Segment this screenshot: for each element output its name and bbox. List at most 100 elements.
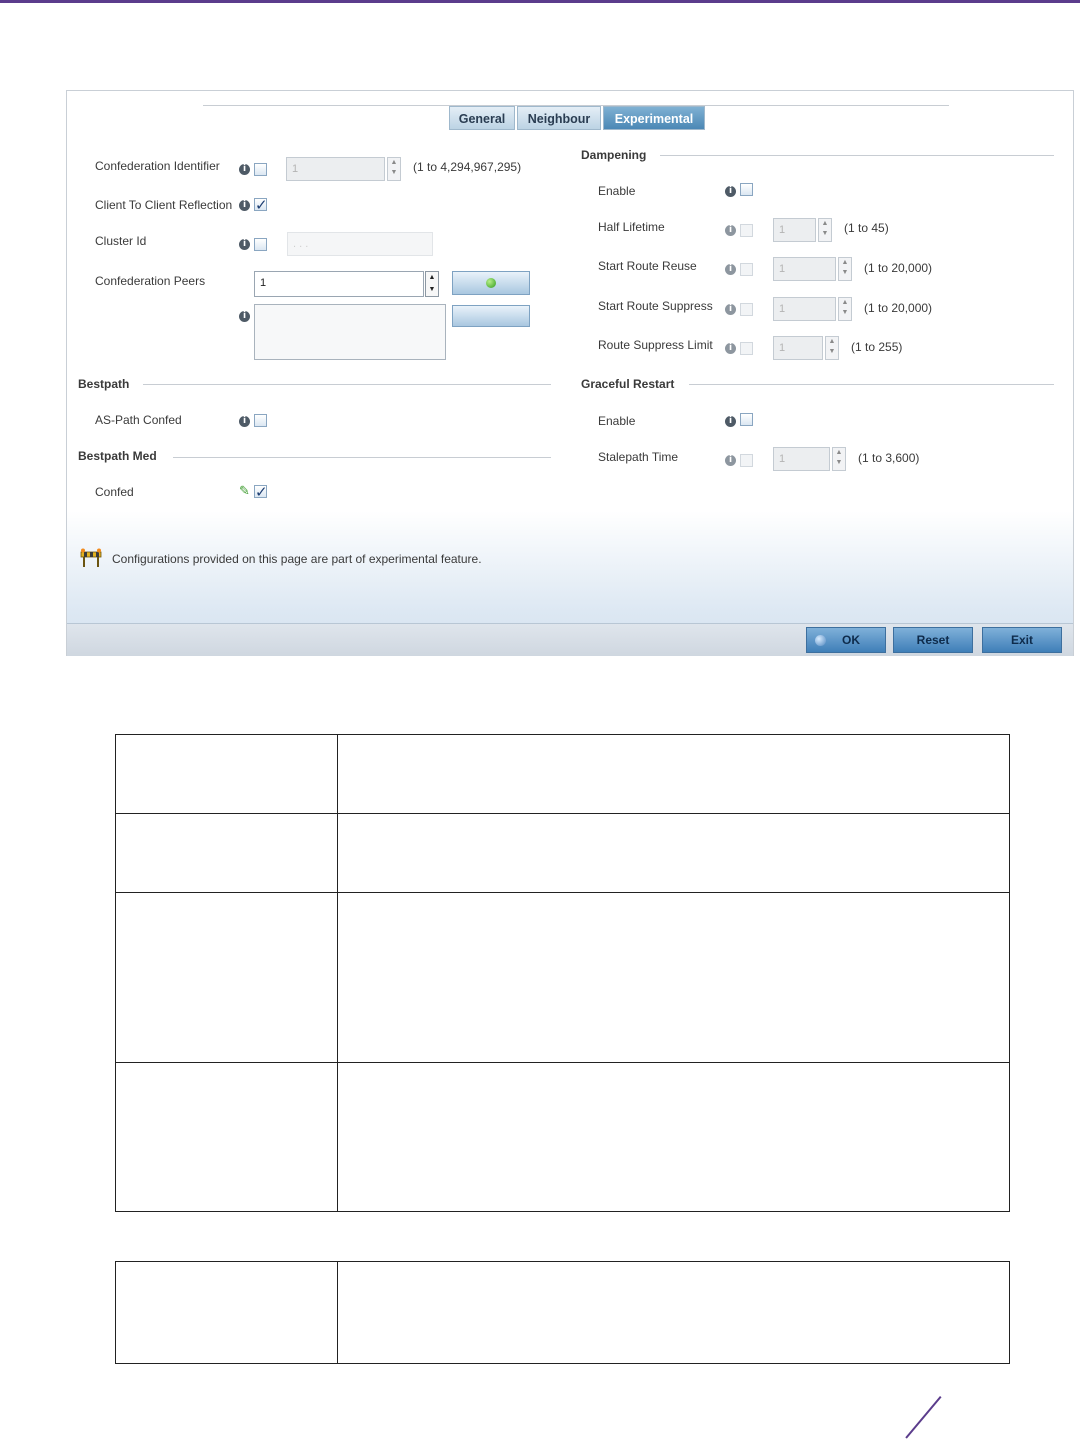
- ok-button-label: OK: [842, 633, 860, 647]
- info-icon[interactable]: i: [239, 311, 250, 322]
- bestpath-med-title: Bestpath Med: [78, 449, 157, 463]
- experimental-note: Configurations provided on this page are…: [112, 552, 482, 566]
- half-lifetime-range: (1 to 45): [844, 221, 889, 235]
- dampening-rule: [660, 155, 1054, 156]
- table-cell: [337, 734, 1010, 814]
- stalepath-time-input[interactable]: 1: [773, 447, 830, 471]
- table-row: [115, 813, 1010, 893]
- confed-id-input[interactable]: 1: [286, 157, 385, 181]
- route-suppress-limit-input[interactable]: 1: [773, 336, 823, 360]
- tab-neighbour[interactable]: Neighbour: [517, 106, 601, 130]
- cluster-id-checkbox[interactable]: [254, 238, 267, 251]
- half-lifetime-checkbox[interactable]: [740, 224, 753, 237]
- stalepath-time-label: Stalepath Time: [598, 450, 679, 464]
- description-table-2: [115, 1261, 1010, 1364]
- ok-icon: [815, 635, 826, 646]
- start-route-reuse-checkbox[interactable]: [740, 263, 753, 276]
- info-icon[interactable]: i: [725, 225, 736, 236]
- client-reflection-checkbox[interactable]: ✓: [254, 198, 268, 213]
- table-cell: [115, 1261, 338, 1364]
- table-row: [115, 734, 1010, 814]
- table-cell: [337, 1062, 1010, 1212]
- add-icon: [486, 278, 496, 288]
- info-icon[interactable]: i: [725, 416, 736, 427]
- start-route-reuse-input[interactable]: 1: [773, 257, 836, 281]
- bestpath-rule: [143, 384, 551, 385]
- graceful-enable-label: Enable: [598, 414, 636, 428]
- confed-peers-input[interactable]: 1: [254, 271, 424, 297]
- info-icon[interactable]: i: [239, 239, 250, 250]
- tab-experimental[interactable]: Experimental: [603, 106, 705, 130]
- stalepath-time-range: (1 to 3,600): [858, 451, 920, 465]
- dampening-enable-label: Enable: [598, 184, 636, 198]
- reset-button[interactable]: Reset: [893, 627, 973, 653]
- stalepath-time-spinner[interactable]: ▲ ▼: [832, 447, 846, 471]
- dampening-title: Dampening: [581, 148, 647, 162]
- confed-peers-list[interactable]: [254, 304, 446, 360]
- info-icon[interactable]: i: [725, 264, 736, 275]
- confed-peers-label: Confederation Peers: [95, 274, 206, 288]
- start-route-suppress-range: (1 to 20,000): [864, 301, 933, 315]
- description-table: [115, 734, 1010, 1212]
- start-route-suppress-spinner[interactable]: ▲ ▼: [838, 297, 852, 321]
- page-corner-mark: [905, 1396, 942, 1439]
- tab-general[interactable]: General: [449, 106, 515, 130]
- client-reflection-label: Client To Client Reflection: [95, 198, 233, 212]
- confed-peers-spinner[interactable]: ▲ ▼: [425, 271, 439, 297]
- route-suppress-limit-spinner[interactable]: ▲ ▼: [825, 336, 839, 360]
- confed-checkbox[interactable]: ✓: [254, 485, 268, 500]
- as-path-confed-checkbox[interactable]: [254, 414, 267, 427]
- half-lifetime-spinner[interactable]: ▲ ▼: [818, 218, 832, 242]
- table-row: [115, 1062, 1010, 1212]
- confed-label: Confed: [95, 485, 134, 499]
- half-lifetime-input[interactable]: 1: [773, 218, 816, 242]
- ok-button[interactable]: OK: [806, 627, 886, 653]
- table-row: [115, 892, 1010, 1063]
- exit-button[interactable]: Exit: [982, 627, 1062, 653]
- route-suppress-limit-checkbox[interactable]: [740, 342, 753, 355]
- info-icon[interactable]: i: [725, 186, 736, 197]
- info-icon[interactable]: i: [239, 200, 250, 211]
- table-cell: [115, 892, 338, 1063]
- start-route-reuse-range: (1 to 20,000): [864, 261, 933, 275]
- bestpath-med-rule: [173, 457, 551, 458]
- cluster-id-input[interactable]: . . .: [287, 232, 433, 256]
- start-route-suppress-label: Start Route Suppress: [598, 299, 713, 313]
- bestpath-title: Bestpath: [78, 377, 130, 391]
- barrier-icon: [80, 548, 102, 567]
- info-icon[interactable]: i: [725, 343, 736, 354]
- route-suppress-limit-range: (1 to 255): [851, 340, 903, 354]
- table-cell: [337, 813, 1010, 893]
- info-icon[interactable]: i: [239, 164, 250, 175]
- info-icon[interactable]: i: [725, 304, 736, 315]
- start-route-suppress-checkbox[interactable]: [740, 303, 753, 316]
- table-cell: [115, 734, 338, 814]
- dampening-enable-checkbox[interactable]: [740, 183, 753, 196]
- graceful-restart-title: Graceful Restart: [581, 377, 675, 391]
- confed-id-spinner[interactable]: ▲ ▼: [387, 157, 401, 181]
- graceful-restart-rule: [689, 384, 1054, 385]
- confed-id-range: (1 to 4,294,967,295): [413, 160, 522, 174]
- cluster-id-label: Cluster Id: [95, 234, 147, 248]
- confed-id-checkbox[interactable]: [254, 163, 267, 176]
- table-row: [115, 1261, 1010, 1364]
- add-peer-button[interactable]: [452, 271, 530, 295]
- confed-id-label: Confederation Identifier: [95, 159, 220, 173]
- stalepath-time-checkbox[interactable]: [740, 454, 753, 467]
- graceful-enable-checkbox[interactable]: [740, 413, 753, 426]
- remove-peer-button[interactable]: [452, 305, 530, 327]
- top-rule: [0, 0, 1080, 3]
- start-route-suppress-input[interactable]: 1: [773, 297, 836, 321]
- start-route-reuse-spinner[interactable]: ▲ ▼: [838, 257, 852, 281]
- pencil-icon: ✎: [239, 484, 250, 499]
- table-cell: [337, 892, 1010, 1063]
- table-cell: [115, 813, 338, 893]
- info-icon[interactable]: i: [725, 455, 736, 466]
- bgp-experimental-dialog: General Neighbour Experimental Confedera…: [66, 90, 1074, 656]
- route-suppress-limit-label: Route Suppress Limit: [598, 338, 713, 352]
- as-path-confed-label: AS-Path Confed: [95, 413, 182, 427]
- table-cell: [115, 1062, 338, 1212]
- table-cell: [337, 1261, 1010, 1364]
- info-icon[interactable]: i: [239, 416, 250, 427]
- start-route-reuse-label: Start Route Reuse: [598, 259, 697, 273]
